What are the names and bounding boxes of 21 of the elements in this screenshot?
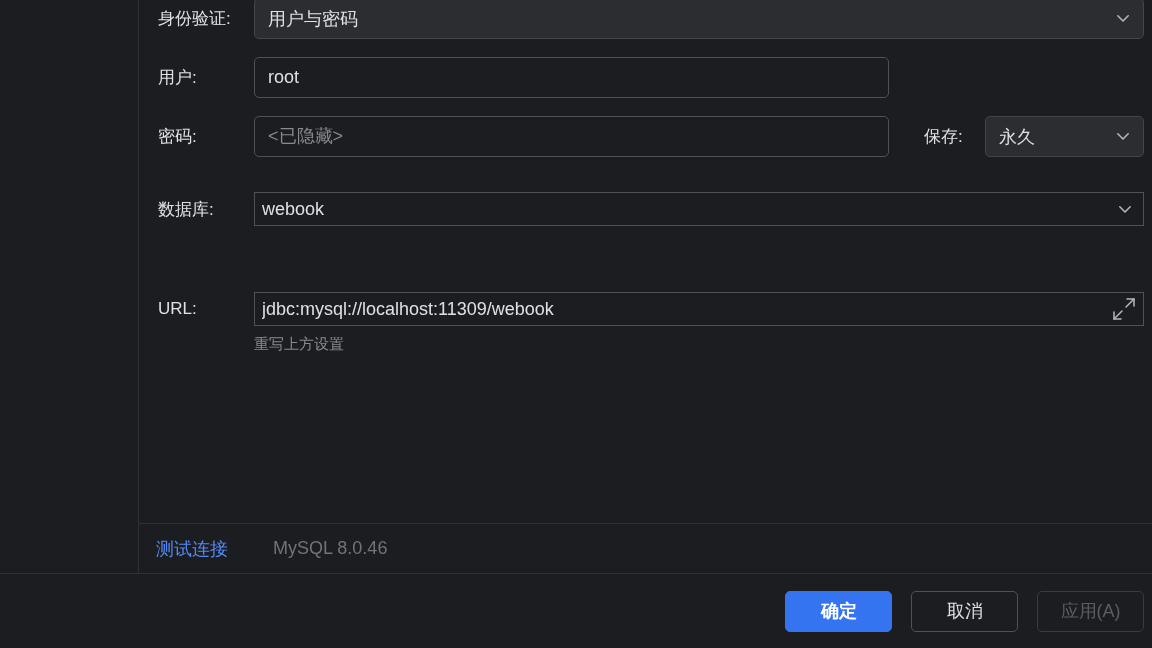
password-field[interactable]: <已隐藏> [254,116,889,157]
chevron-down-icon [1119,205,1131,213]
select-field[interactable]: 永久 [985,116,1144,157]
expand-icon[interactable] [1113,298,1135,320]
ok-button[interactable]: 确定 [785,590,892,632]
select-field[interactable]: webook [254,192,1144,226]
chevron-down-icon [1117,15,1129,22]
select-field[interactable]: 用户与密码 [254,0,1144,39]
chevron-down-icon [1117,133,1129,140]
input-field[interactable]: root [254,57,889,98]
field-label: 数据库: [158,198,214,221]
field-label: 用户: [158,67,197,89]
url-field[interactable]: jdbc:mysql://localhost:11309/webook [254,292,1144,326]
field-label: 保存: [924,126,963,148]
dialog-button[interactable]: 取消 [911,590,1018,632]
field-label: URL: [158,299,197,319]
field-label: 密码: [158,126,197,148]
field-label: 身份验证: [158,8,231,30]
hint-text: 重写上方设置 [254,335,344,354]
test-connection-link[interactable]: 测试连接 [156,536,228,561]
version-text: MySQL 8.0.46 [273,538,388,559]
